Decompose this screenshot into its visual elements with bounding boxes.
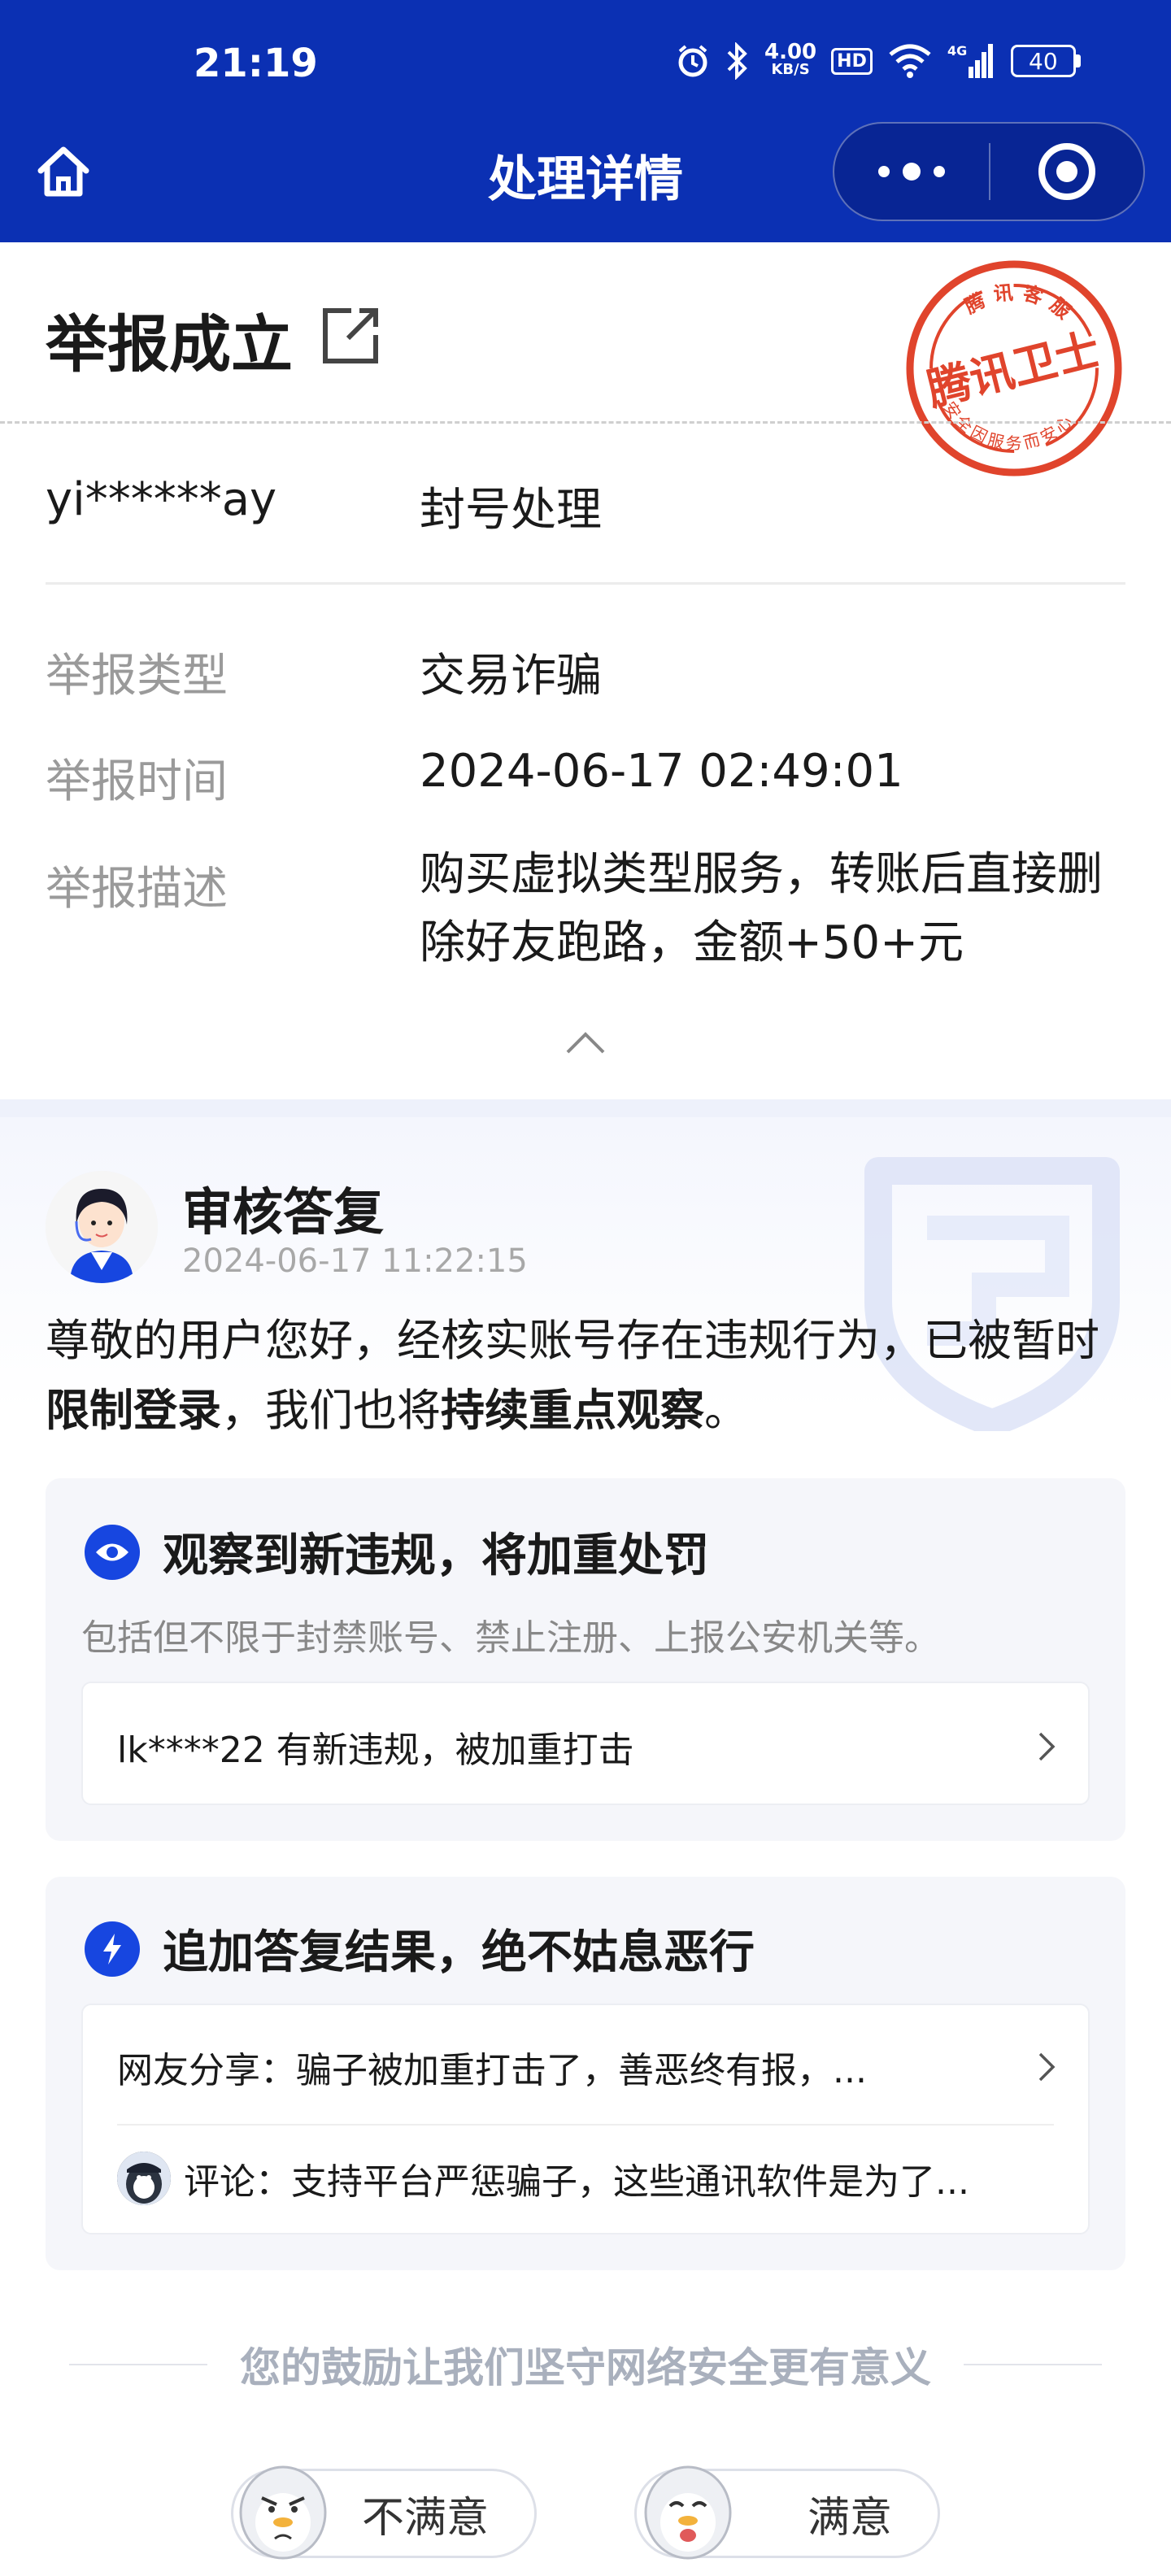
dashed-divider <box>0 421 1171 424</box>
top-bar: 21:19 4.00 KB/S HD 4G 40 处理详情 <box>0 0 1171 242</box>
reported-account: yi******ay <box>46 473 277 526</box>
bluetooth-icon <box>727 42 747 80</box>
chevron-right-icon <box>1038 1732 1056 1761</box>
prompt-line-right <box>964 2364 1102 2365</box>
target-close-icon[interactable] <box>990 124 1143 220</box>
field-value-description: 购买虚拟类型服务，转账后直接删除好友跑路，金额+50+元 <box>420 848 1103 969</box>
tencent-stamp-seal: 腾讯客服 腾讯卫士 安全因服务而安心 <box>906 260 1122 476</box>
violation-item[interactable]: lk****22 有新违规，被加重打击 <box>117 1721 1056 1773</box>
open-external-icon[interactable] <box>319 302 384 368</box>
share-item[interactable]: 网友分享：骗子被加重打击了，善恶终有报，... <box>117 2041 1056 2093</box>
commenter-avatar <box>117 2152 171 2205</box>
chevron-right-icon <box>1038 2052 1056 2082</box>
signal-icon: 4G <box>947 43 993 78</box>
battery-icon: 40 <box>1010 45 1081 77</box>
net-speed: 4.00 KB/S <box>764 40 817 78</box>
reply-title: 审核答复 <box>182 1182 385 1242</box>
section-separator <box>0 1099 1171 1117</box>
followup-panel-head: 追加答复结果，绝不姑息恶行 <box>85 1916 755 1982</box>
more-dots-icon[interactable] <box>834 124 989 220</box>
collapse-chevron-icon[interactable] <box>564 1029 607 1055</box>
svg-text:腾讯客服: 腾讯客服 <box>961 281 1082 329</box>
svg-text:腾讯卫士: 腾讯卫士 <box>922 324 1105 416</box>
reply-message: 尊敬的用户您好，经核实账号存在违规行为，已被暂时限制登录，我们也将持续重点观察。 <box>46 1315 1099 1436</box>
penguin-happy-icon <box>644 2465 732 2560</box>
comment-item[interactable]: 评论：支持平台严惩骗子，这些通讯软件是为了... <box>117 2152 1056 2205</box>
list-divider <box>117 2124 1054 2126</box>
status-icons: 4.00 KB/S HD 4G 40 <box>675 40 1081 80</box>
reply-timestamp: 2024-06-17 11:22:15 <box>182 1242 528 1280</box>
violation-panel-title: 观察到新违规，将加重处罚 <box>163 1530 709 1582</box>
eye-icon <box>85 1524 140 1580</box>
followup-panel-title: 追加答复结果，绝不姑息恶行 <box>163 1926 755 1979</box>
hd-badge: HD <box>831 47 873 75</box>
svg-text:4G: 4G <box>947 43 967 59</box>
field-label-time: 举报时间 <box>46 755 228 808</box>
capsule-menu <box>833 122 1145 221</box>
followup-panel: 追加答复结果，绝不姑息恶行 网友分享：骗子被加重打击了，善恶终有报，... 评论… <box>46 1877 1125 2270</box>
agent-avatar <box>46 1171 158 1283</box>
violation-panel-subtitle: 包括但不限于封禁账号、禁止注册、上报公安机关等。 <box>81 1617 940 1659</box>
wifi-icon <box>889 44 931 78</box>
prompt-line-left <box>69 2364 207 2365</box>
lightning-icon <box>85 1921 140 1977</box>
feedback-prompt: 您的鼓励让我们坚守网络安全更有意义 <box>0 2335 1171 2394</box>
field-value-time: 2024-06-17 02:49:01 <box>420 745 903 798</box>
followup-list: 网友分享：骗子被加重打击了，善恶终有报，... 评论：支持平台严惩骗子，这些通讯… <box>81 2004 1090 2234</box>
result-status-title: 举报成立 <box>46 308 293 381</box>
svg-text:安全因服务而安心: 安全因服务而安心 <box>940 398 1079 453</box>
violation-item-card[interactable]: lk****22 有新违规，被加重打击 <box>81 1682 1090 1805</box>
alarm-icon <box>678 45 707 77</box>
field-label-type: 举报类型 <box>46 650 228 703</box>
feedback-prompt-text: 您的鼓励让我们坚守网络安全更有意义 <box>240 2344 931 2391</box>
violation-panel: 观察到新违规，将加重处罚 包括但不限于封禁账号、禁止注册、上报公安机关等。 lk… <box>46 1478 1125 1841</box>
status-time: 21:19 <box>194 41 318 86</box>
field-label-description: 举报描述 <box>46 863 228 916</box>
penguin-grumpy-icon <box>239 2465 327 2560</box>
handling-action: 封号处理 <box>420 484 602 537</box>
field-value-type: 交易诈骗 <box>420 650 602 703</box>
violation-panel-head: 观察到新违规，将加重处罚 <box>85 1519 709 1585</box>
divider <box>46 582 1125 585</box>
